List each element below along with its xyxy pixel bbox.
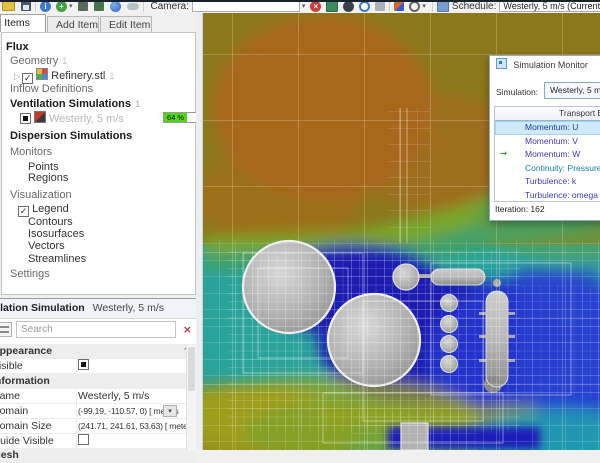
camera-combo[interactable] (192, 2, 300, 12)
row-domain: Domain (-99.19, -110.57, 0) [ meters ▾ (0, 404, 196, 419)
tree-section-flux[interactable]: Flux (6, 40, 199, 54)
row-name: Name Westerly, 5 m/s (0, 389, 196, 404)
properties-title: Ventilation Simulation (0, 302, 85, 314)
model-icon[interactable] (78, 2, 88, 11)
capture-icon[interactable] (343, 2, 354, 12)
item-tab-bar: List Items Add Item Edit Item (0, 13, 203, 32)
add-icon[interactable]: + (56, 2, 67, 12)
tree-item-legend[interactable]: ✓ Legend (18, 202, 211, 216)
search-filter-icon[interactable] (0, 322, 12, 337)
toolbar-separator (389, 2, 390, 12)
toolbar-separator (143, 2, 144, 12)
tree-section-dispersion-simulations[interactable]: Dispersion Simulations (10, 129, 203, 143)
fan-icon (34, 111, 46, 123)
monitor-window-icon (496, 58, 507, 69)
westerly-checkbox[interactable] (20, 113, 31, 124)
properties-search-row: × (0, 319, 196, 342)
guide-visible-checkbox[interactable] (78, 434, 89, 445)
row-guide-visible: Guide Visible (0, 434, 196, 449)
clear-search-icon[interactable]: × (183, 323, 192, 336)
tree-item-regions[interactable]: Regions (28, 171, 221, 185)
toolbar-separator (432, 2, 433, 12)
cloud-icon[interactable] (127, 3, 139, 10)
zoom-tool-icon[interactable] (409, 2, 420, 12)
tree-item-streamlines[interactable]: Streamlines (28, 252, 221, 266)
tree-item-refinery[interactable]: ▷✓Refinery.stl1 (14, 68, 207, 82)
properties-header: Ventilation Simulation Westerly, 5 m/s (0, 299, 196, 319)
image-icon[interactable] (326, 2, 338, 12)
tree-item-visualization[interactable]: Visualization (10, 188, 203, 202)
tree-section-ventilation-simulations[interactable]: Ventilation Simulations1 (10, 97, 203, 111)
name-value[interactable]: Westerly, 5 m/s (78, 389, 149, 404)
plant-icon[interactable] (94, 2, 104, 11)
tree-item-settings[interactable]: Settings (10, 267, 203, 281)
table-row-momentum-w[interactable]: →Momentum: W (495, 148, 600, 162)
transport-equation-table: Transport Equation Momentum: U Momentum:… (494, 106, 600, 202)
search-input[interactable] (16, 321, 176, 338)
section-appearance[interactable]: Appearance⌃ (0, 344, 196, 359)
domain-dropdown-icon[interactable]: ▾ (163, 405, 177, 417)
row-domain-size: Domain Size (241.71, 241.61, 53.63) [ me… (0, 419, 196, 434)
progress-value: 64 % (164, 113, 187, 122)
panel-splitter[interactable] (196, 13, 203, 450)
camera-combo-caret-icon[interactable]: ▾ (302, 2, 306, 10)
tab-edit-item[interactable]: Edit Item (100, 16, 152, 32)
schedule-combo[interactable]: Westerly, 5 m/s (Current) (499, 2, 600, 12)
table-row-turbulence-k[interactable]: Turbulence: k (495, 175, 600, 189)
stl-model-icon (36, 68, 48, 80)
tree-item-westerly-simulation[interactable]: Westerly, 5 m/s 64 % (20, 111, 213, 125)
save-icon[interactable] (21, 2, 31, 11)
info-icon[interactable]: i (40, 2, 51, 12)
row-visible: Visible (0, 359, 196, 374)
camera-label: Camera: (151, 2, 189, 12)
globe-icon[interactable] (110, 2, 121, 12)
simulation-label: Simulation: (496, 87, 538, 97)
visible-checkbox[interactable] (78, 359, 89, 370)
tree-item-inflow-definitions[interactable]: Inflow Definitions (10, 82, 203, 96)
tree-item-vectors[interactable]: Vectors (28, 239, 221, 253)
properties-scrollbar[interactable] (186, 345, 196, 451)
project-tree-panel: Flux Geometry1 ▷✓Refinery.stl1 Inflow De… (1, 32, 196, 295)
simulation-combo[interactable]: Westerly, 5 m/s (544, 82, 600, 99)
tree-item-geometry[interactable]: Geometry1 (10, 54, 203, 68)
properties-panel: Ventilation Simulation Westerly, 5 m/s ×… (0, 298, 196, 451)
monitor-simulation-row: Simulation: Westerly, 5 m/s (496, 84, 600, 101)
domain-size-value[interactable]: (241.71, 241.61, 53.63) [ meter (78, 419, 190, 434)
layers-icon[interactable] (375, 2, 385, 11)
record-icon[interactable]: × (310, 2, 321, 12)
table-row-momentum-v[interactable]: Momentum: V (495, 135, 600, 149)
properties-subtitle: Westerly, 5 m/s (93, 302, 164, 314)
section-mesh[interactable]: Mesh (0, 448, 196, 463)
current-equation-arrow-icon: → (500, 148, 507, 162)
table-row-continuity[interactable]: Continuity: Pressure Correction (495, 162, 600, 176)
tab-add-item[interactable]: Add Item (47, 16, 99, 32)
expander-icon[interactable]: ▷ (14, 72, 20, 81)
tree-item-monitors[interactable]: Monitors (10, 145, 203, 159)
schedule-combo-value: Westerly, 5 m/s (Current) (503, 2, 600, 11)
add-dropdown-caret-icon[interactable]: ▾ (69, 2, 73, 10)
schedule-label: Schedule: (452, 2, 496, 12)
monitor-title: Simulation Monitor (513, 60, 588, 70)
schedule-icon (437, 2, 449, 12)
zoom-dropdown-caret-icon[interactable]: ▾ (422, 2, 426, 10)
table-row-turbulence-omega[interactable]: Turbulence: omega (495, 189, 600, 203)
simulation-monitor-window: Simulation Monitor Simulation: Westerly,… (489, 55, 600, 221)
tab-list-items[interactable]: List Items (0, 14, 46, 32)
iteration-label: Iteration: 162 (495, 204, 545, 214)
section-information[interactable]: Information (0, 374, 196, 389)
toolbar-separator (35, 2, 36, 12)
table-header-transport-equation: Transport Equation (495, 107, 600, 121)
table-row-momentum-u[interactable]: Momentum: U (495, 121, 600, 135)
open-folder-icon[interactable] (2, 2, 15, 11)
refresh-icon[interactable] (359, 2, 370, 12)
flag-icon[interactable] (394, 2, 404, 11)
monitor-titlebar[interactable]: Simulation Monitor (490, 56, 600, 74)
